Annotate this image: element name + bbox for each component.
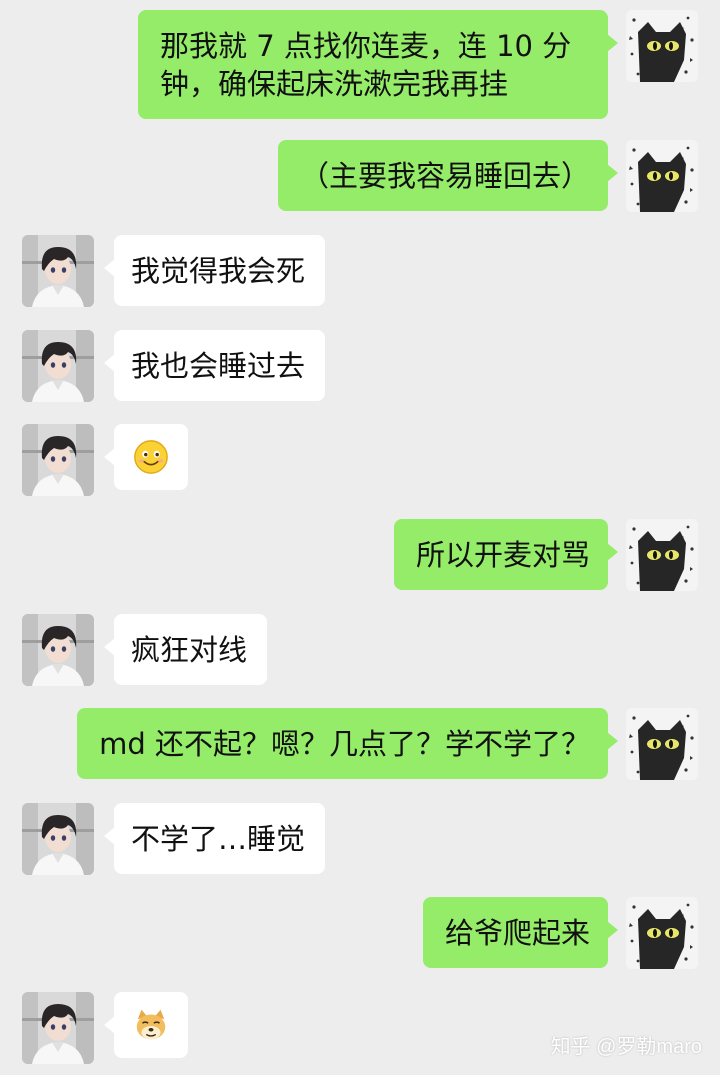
message-text: 我觉得我会死	[131, 254, 306, 288]
anime-boy-avatar[interactable]	[22, 803, 94, 875]
message-text: 所以开麦对骂	[415, 538, 590, 572]
received-message-bubble[interactable]: 疯狂对线	[103, 614, 268, 685]
sent-message-bubble[interactable]: md 还不起？嗯？几点了？学不学了？	[77, 708, 618, 779]
message-text: md 还不起？嗯？几点了？学不学了？	[99, 727, 590, 761]
cat-avatar[interactable]	[626, 519, 698, 591]
message-text: （主要我容易睡回去）	[299, 159, 590, 193]
anime-boy-avatar[interactable]	[22, 235, 94, 307]
anime-boy-avatar[interactable]	[22, 424, 94, 496]
cat-avatar[interactable]	[626, 10, 698, 82]
received-message-bubble[interactable]	[104, 992, 188, 1058]
sent-message-bubble[interactable]: 那我就 7 点找你连麦，连 10 分钟，确保起床洗漱完我再挂	[138, 10, 618, 119]
anime-boy-avatar[interactable]	[22, 614, 94, 686]
received-message-bubble[interactable]: 我也会睡过去	[103, 330, 326, 401]
anime-boy-avatar[interactable]	[22, 330, 94, 402]
received-message-bubble[interactable]: 我觉得我会死	[103, 235, 326, 306]
cat-avatar[interactable]	[626, 140, 698, 212]
message-text: 给爷爬起来	[444, 916, 590, 950]
cat-avatar[interactable]	[626, 708, 698, 780]
smile-emoji	[132, 438, 170, 476]
received-message-bubble[interactable]: 不学了…睡觉	[103, 803, 326, 874]
cat-avatar[interactable]	[626, 897, 698, 969]
watermark: 知乎 @罗勒maro	[550, 1036, 702, 1058]
anime-boy-avatar[interactable]	[22, 992, 94, 1064]
message-text: 疯狂对线	[131, 633, 248, 667]
sent-message-bubble[interactable]: 所以开麦对骂	[393, 519, 619, 590]
received-message-bubble[interactable]	[104, 424, 188, 490]
message-text: 不学了…睡觉	[131, 822, 306, 856]
doge-emoji	[132, 1006, 170, 1044]
message-text: 那我就 7 点找你连麦，连 10 分钟，确保起床洗漱完我再挂	[160, 29, 572, 101]
message-text: 我也会睡过去	[131, 349, 306, 383]
sent-message-bubble[interactable]: 给爷爬起来	[422, 897, 619, 968]
sent-message-bubble[interactable]: （主要我容易睡回去）	[277, 140, 619, 211]
